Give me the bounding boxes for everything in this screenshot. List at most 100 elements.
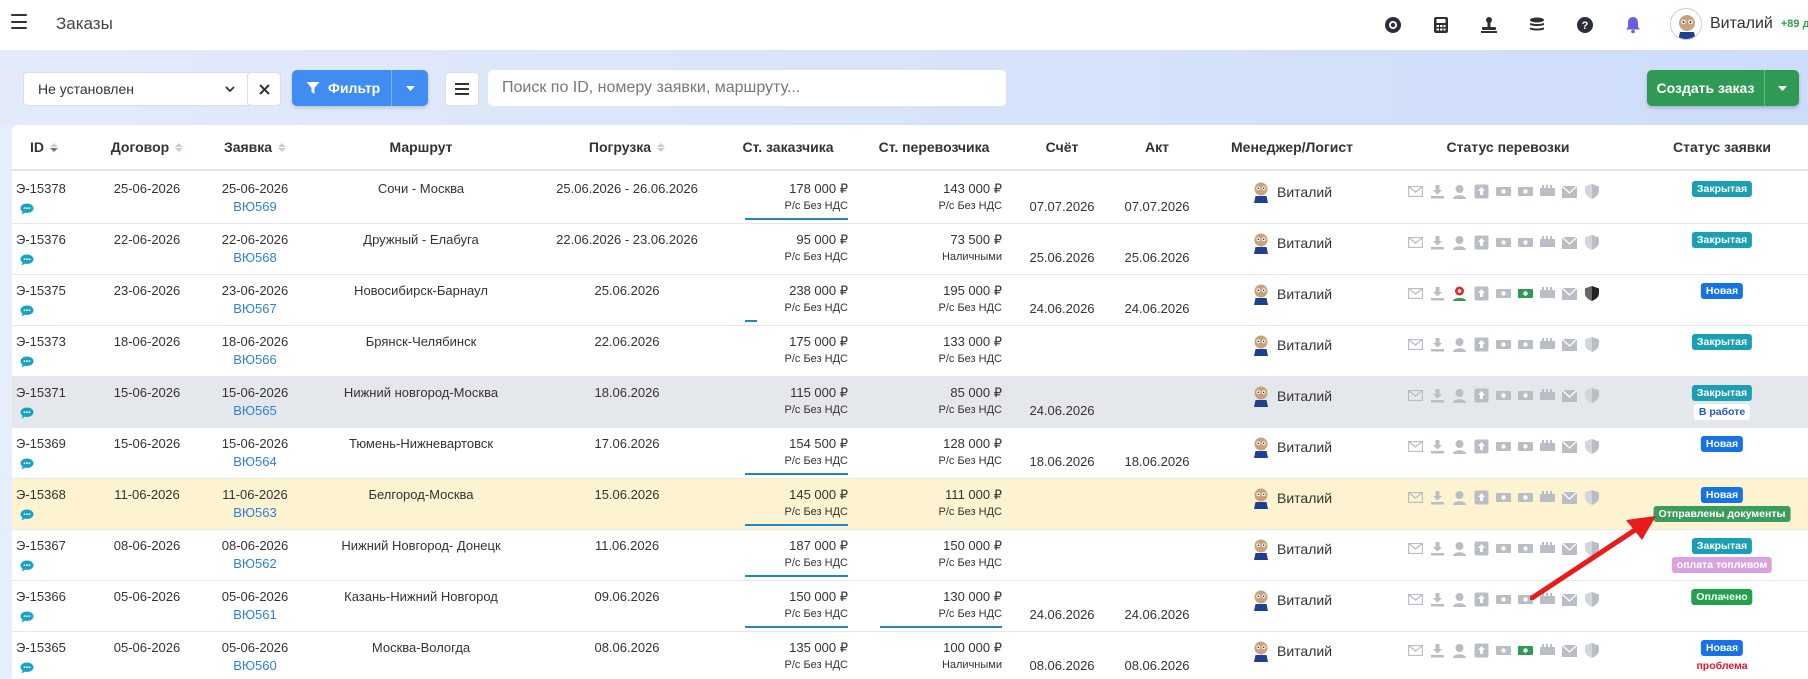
wallet-icon[interactable] (1517, 489, 1534, 506)
request-number-link[interactable]: ВЮ566 (233, 352, 277, 367)
envelope-icon[interactable] (1561, 336, 1578, 353)
cash-icon[interactable] (1539, 336, 1556, 353)
manager[interactable]: Виталий (1252, 232, 1332, 254)
download-icon[interactable] (1429, 540, 1446, 557)
driver-icon[interactable] (1451, 438, 1468, 455)
payment-icon[interactable] (1495, 183, 1512, 200)
manager[interactable]: Виталий (1252, 181, 1332, 203)
support-icon[interactable] (1380, 12, 1406, 38)
upload-icon[interactable] (1473, 336, 1490, 353)
cash-icon[interactable] (1539, 387, 1556, 404)
mail-icon[interactable] (1407, 387, 1424, 404)
upload-icon[interactable] (1473, 234, 1490, 251)
col-carrier-rate[interactable]: Ст. перевозчика (879, 139, 990, 155)
wallet-icon[interactable] (1517, 438, 1534, 455)
filter-button[interactable]: Фильтр (292, 70, 428, 106)
payment-icon[interactable] (1495, 285, 1512, 302)
col-transport-status[interactable]: Статус перевозки (1446, 139, 1569, 155)
request-number-link[interactable]: ВЮ561 (233, 607, 277, 622)
driver-icon[interactable] (1451, 540, 1468, 557)
shield-icon[interactable] (1583, 336, 1600, 353)
col-customer-rate[interactable]: Ст. заказчика (743, 139, 834, 155)
upload-icon[interactable] (1473, 591, 1490, 608)
request-number-link[interactable]: ВЮ565 (233, 403, 277, 418)
mail-icon[interactable] (1407, 234, 1424, 251)
create-order-dropdown-toggle[interactable] (1765, 70, 1799, 106)
request-number-link[interactable]: ВЮ569 (233, 199, 277, 214)
wallet-icon[interactable] (1517, 285, 1534, 302)
chat-icon[interactable] (20, 662, 34, 674)
download-icon[interactable] (1429, 387, 1446, 404)
upload-icon[interactable] (1473, 642, 1490, 659)
col-invoice[interactable]: Счёт (1046, 139, 1079, 155)
cash-icon[interactable] (1539, 642, 1556, 659)
manager[interactable]: Виталий (1252, 436, 1332, 458)
envelope-icon[interactable] (1561, 489, 1578, 506)
col-contract[interactable]: Договор (111, 139, 184, 155)
chat-icon[interactable] (20, 458, 34, 470)
menu-icon[interactable] (11, 14, 27, 29)
envelope-icon[interactable] (1561, 540, 1578, 557)
mail-icon[interactable] (1407, 591, 1424, 608)
search-input[interactable] (488, 70, 1006, 106)
driver-icon[interactable] (1451, 336, 1468, 353)
wallet-icon[interactable] (1517, 387, 1534, 404)
envelope-icon[interactable] (1561, 183, 1578, 200)
request-number-link[interactable]: ВЮ560 (233, 658, 277, 673)
order-id[interactable]: Э-15368 (16, 487, 66, 502)
order-id[interactable]: Э-15365 (16, 640, 66, 655)
order-id[interactable]: Э-15375 (16, 283, 66, 298)
wallet-icon[interactable] (1517, 591, 1534, 608)
download-icon[interactable] (1429, 642, 1446, 659)
payment-icon[interactable] (1495, 540, 1512, 557)
wallet-icon[interactable] (1517, 642, 1534, 659)
order-id[interactable]: Э-15369 (16, 436, 66, 451)
download-icon[interactable] (1429, 285, 1446, 302)
wallet-icon[interactable] (1517, 540, 1534, 557)
order-id[interactable]: Э-15373 (16, 334, 66, 349)
user-menu[interactable]: Виталий +89 дн (1670, 8, 1808, 40)
driver-icon[interactable] (1451, 285, 1468, 302)
status-select[interactable]: Не установлен (23, 72, 250, 106)
driver-icon[interactable] (1451, 234, 1468, 251)
col-request[interactable]: Заявка (224, 139, 287, 155)
chat-icon[interactable] (20, 203, 34, 215)
request-number-link[interactable]: ВЮ563 (233, 505, 277, 520)
col-loading[interactable]: Погрузка (589, 139, 666, 155)
order-id[interactable]: Э-15376 (16, 232, 66, 247)
col-manager[interactable]: Менеджер/Логист (1231, 139, 1353, 155)
shield-icon[interactable] (1583, 540, 1600, 557)
table-row[interactable]: Э-15376 22-06-2026 22-06-2026 ВЮ568 Друж… (12, 224, 1808, 275)
shield-icon[interactable] (1583, 642, 1600, 659)
chat-icon[interactable] (20, 305, 34, 317)
manager[interactable]: Виталий (1252, 487, 1332, 509)
order-id[interactable]: Э-15371 (16, 385, 66, 400)
shield-icon[interactable] (1583, 591, 1600, 608)
driver-icon[interactable] (1451, 591, 1468, 608)
table-row[interactable]: Э-15366 05-06-2026 05-06-2026 ВЮ561 Каза… (12, 581, 1808, 632)
cash-icon[interactable] (1539, 438, 1556, 455)
envelope-icon[interactable] (1561, 642, 1578, 659)
envelope-icon[interactable] (1561, 285, 1578, 302)
help-icon[interactable]: ? (1572, 12, 1598, 38)
manager[interactable]: Виталий (1252, 283, 1332, 305)
clear-select-button[interactable] (247, 72, 281, 106)
col-order-status[interactable]: Статус заявки (1673, 139, 1771, 155)
payment-icon[interactable] (1495, 438, 1512, 455)
chat-icon[interactable] (20, 560, 34, 572)
cash-icon[interactable] (1539, 285, 1556, 302)
table-row[interactable]: Э-15373 18-06-2026 18-06-2026 ВЮ566 Брян… (12, 326, 1808, 377)
wallet-icon[interactable] (1517, 336, 1534, 353)
manager[interactable]: Виталий (1252, 385, 1332, 407)
mail-icon[interactable] (1407, 438, 1424, 455)
shield-icon[interactable] (1583, 183, 1600, 200)
chat-icon[interactable] (20, 407, 34, 419)
manager[interactable]: Виталий (1252, 334, 1332, 356)
envelope-icon[interactable] (1561, 234, 1578, 251)
download-icon[interactable] (1429, 438, 1446, 455)
table-row[interactable]: Э-15367 08-06-2026 08-06-2026 ВЮ562 Нижн… (12, 530, 1808, 581)
download-icon[interactable] (1429, 591, 1446, 608)
mail-icon[interactable] (1407, 489, 1424, 506)
table-row[interactable]: Э-15369 15-06-2026 15-06-2026 ВЮ564 Тюме… (12, 428, 1808, 479)
upload-icon[interactable] (1473, 438, 1490, 455)
